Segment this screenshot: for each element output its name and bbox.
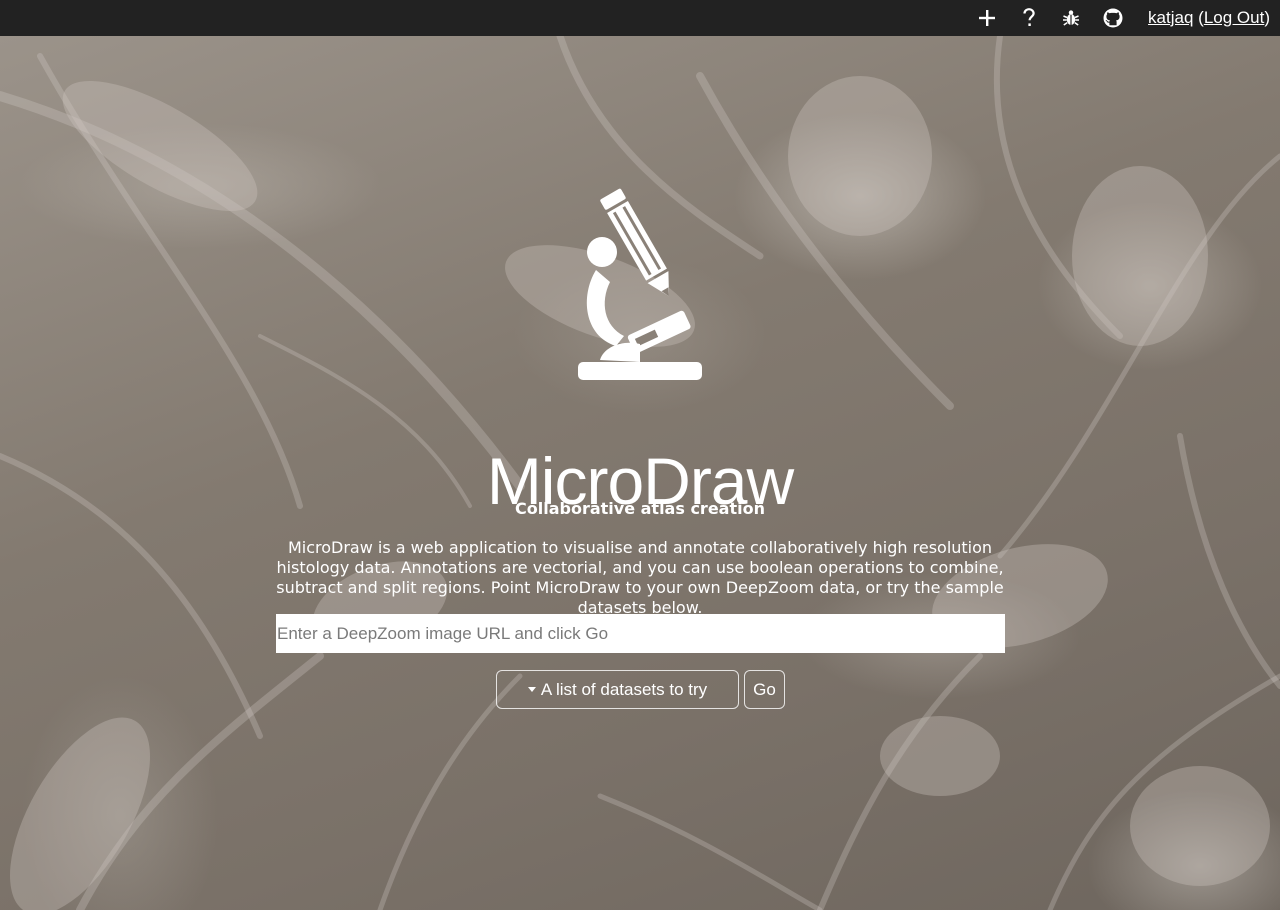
app-description: MicroDraw is a web application to visual… [276,538,1004,617]
logout-link[interactable]: Log Out [1204,8,1265,27]
top-bar: katjaq (Log Out) [0,0,1280,36]
top-bar-actions: katjaq (Log Out) [966,0,1270,36]
user-session: katjaq (Log Out) [1148,8,1270,28]
hero-section: MicroDraw Collaborative atlas creation M… [0,36,1280,910]
microscope-pencil-icon [578,188,702,380]
username-link[interactable]: katjaq [1148,8,1193,27]
github-icon[interactable] [1092,0,1134,36]
plus-icon[interactable] [966,0,1008,36]
logout-paren-close: ) [1264,8,1270,27]
app-tagline: Collaborative atlas creation [515,499,765,518]
bug-icon[interactable] [1050,0,1092,36]
help-icon[interactable] [1008,0,1050,36]
